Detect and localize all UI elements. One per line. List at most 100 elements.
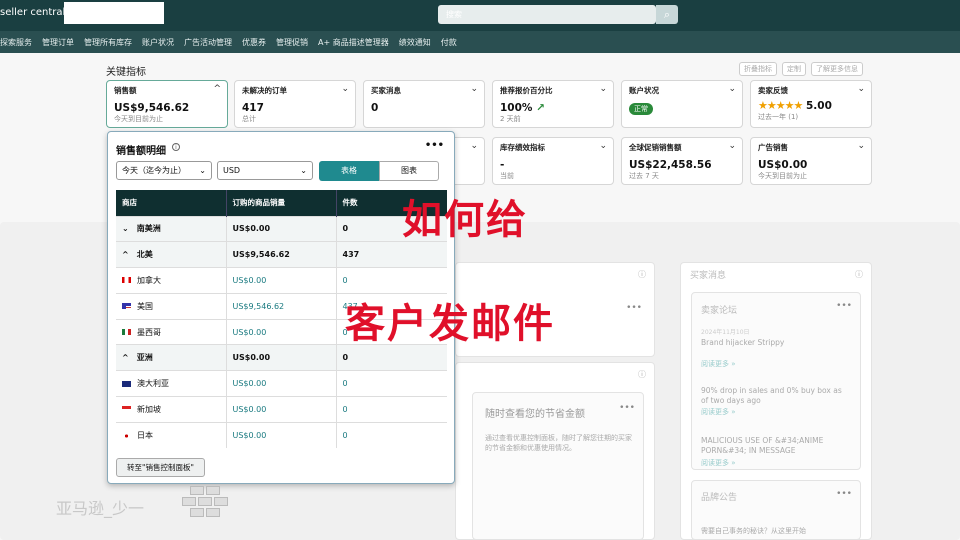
units-cell[interactable]: 0	[336, 267, 447, 294]
trend-up-icon: ↗	[536, 102, 545, 114]
sales-cell[interactable]: US$0.00	[226, 267, 337, 294]
chevron-up-icon[interactable]: ^	[122, 353, 129, 362]
sales-cell[interactable]: US$0.00	[226, 421, 337, 449]
forum-post[interactable]: 90% drop in sales and 0% buy box as of t…	[701, 386, 851, 406]
featured-offer-card[interactable]: 推荐报价百分比 ⌄ 100% ↗ 2 天前	[492, 80, 614, 128]
buyer-messages-card[interactable]: 买家消息 ⌄ 0	[363, 80, 485, 128]
forum-title: 卖家论坛	[701, 306, 738, 316]
chevron-down-icon[interactable]: ⌄	[122, 224, 129, 233]
nav-item[interactable]: 优惠券	[242, 37, 266, 48]
card-title: 卖家反馈	[758, 86, 788, 95]
learn-more-button[interactable]: 了解更多信息	[811, 62, 863, 76]
seller-feedback-card[interactable]: 卖家反馈 ⌄ ★★★★★ 5.00 过去一年 (1)	[750, 80, 872, 128]
search-input[interactable]: 搜索	[438, 5, 656, 24]
chevron-down-icon[interactable]: ⌄	[341, 84, 349, 94]
read-more-link[interactable]: 阅读更多 »	[701, 359, 736, 369]
inventory-performance-card[interactable]: 库存绩效指标 ⌄ - 当前	[492, 137, 614, 185]
chevron-up-icon[interactable]: ^	[213, 84, 221, 94]
more-options-icon[interactable]: •••	[626, 303, 642, 313]
nav-item[interactable]: 管理订单	[42, 37, 74, 48]
card-sub: 今天到目前为止	[114, 115, 163, 123]
card-value: 100% ↗	[500, 102, 545, 114]
units-cell[interactable]: 0	[336, 396, 447, 423]
table-header: 商店 订购的商品销量 件数	[116, 190, 447, 216]
seller-forum-card: 卖家论坛 ••• 2024年11月10日 Brand hijacker Stri…	[691, 292, 861, 470]
sales-cell[interactable]: US$0.00	[226, 396, 337, 423]
store-cell: 日本	[116, 421, 227, 449]
nav-item[interactable]: 探索服务	[0, 37, 32, 48]
nav-item[interactable]: 绩效通知	[399, 37, 431, 48]
chevron-down-icon[interactable]: ⌄	[857, 84, 865, 94]
card-title: 推荐报价百分比	[500, 86, 553, 95]
nav-item[interactable]: 广告活动管理	[184, 37, 232, 48]
more-options-icon[interactable]: •••	[425, 140, 444, 151]
chevron-down-icon[interactable]: ⌄	[470, 141, 478, 151]
chevron-down-icon[interactable]: ⌄	[857, 141, 865, 151]
chevron-down-icon[interactable]: ⌄	[728, 141, 736, 151]
chevron-down-icon[interactable]: ⌄	[599, 84, 607, 94]
chevron-down-icon[interactable]: ⌄	[470, 84, 478, 94]
read-more-link[interactable]: 阅读更多 »	[701, 407, 736, 417]
region-row[interactable]: ⌄ 南美洲 US$0.00 0	[116, 215, 447, 242]
sales-cell[interactable]: US$9,546.62	[226, 292, 337, 320]
card-value: -	[500, 159, 505, 171]
chart-view-button[interactable]: 图表	[379, 161, 439, 181]
forum-post[interactable]: MALICIOUS USE OF &#34;ANIME PORN&#34; IN…	[701, 436, 851, 456]
units-cell[interactable]: 0	[336, 421, 447, 449]
sales-cell[interactable]: US$0.00	[226, 318, 337, 345]
seller-central-logo[interactable]: seller central	[0, 7, 65, 18]
global-promo-sales-card[interactable]: 全球促销销售额 ⌄ US$22,458.56 过去 7 天	[621, 137, 743, 185]
period-select[interactable]: 今天（迄今为止） ⌄	[116, 161, 212, 180]
nav-item[interactable]: 管理所有库存	[84, 37, 132, 48]
customize-button[interactable]: 定制	[782, 62, 806, 76]
store-name: 日本	[137, 431, 153, 441]
card-sub: 2 天前	[500, 115, 521, 123]
more-options-icon[interactable]: •••	[619, 403, 635, 413]
more-options-icon[interactable]: •••	[836, 301, 852, 311]
units-cell[interactable]: 0	[336, 370, 447, 397]
currency-select[interactable]: USD ⌄	[217, 161, 313, 180]
forum-post[interactable]: Brand hijacker Strippy	[701, 338, 784, 347]
nav-item[interactable]: 付款	[441, 37, 457, 48]
ad-sales-card[interactable]: 广告销售 ⌄ US$0.00 今天到目前为止	[750, 137, 872, 185]
chevron-down-icon: ⌄	[199, 166, 206, 175]
flag-ca-icon	[122, 277, 131, 284]
info-icon: ⓘ	[638, 370, 646, 379]
sales-card[interactable]: 销售额 ^ US$9,546.62 今天到目前为止	[106, 80, 228, 128]
card-value: US$9,546.62	[114, 102, 190, 114]
column-header: 商店	[116, 190, 227, 216]
card-title: 销售额	[114, 86, 137, 95]
table-view-button[interactable]: 表格	[319, 161, 379, 181]
card-title: 库存绩效指标	[500, 143, 545, 152]
card-title: 未解决的订单	[242, 86, 287, 95]
nav-item[interactable]: 管理促销	[276, 37, 308, 48]
card-title: 账户状况	[629, 86, 659, 95]
overlay-title-line2: 客户发邮件	[345, 301, 555, 347]
info-icon[interactable]: i	[172, 143, 180, 151]
brand-post[interactable]: 需要自己事务的秘诀？从这里开始	[701, 526, 806, 536]
store-selector[interactable]	[64, 2, 164, 24]
store-cell: 美国	[116, 292, 227, 320]
store-cell: ^ 北美	[116, 241, 227, 268]
chevron-up-icon[interactable]: ^	[122, 250, 129, 259]
collapse-metrics-button[interactable]: 折叠指标	[739, 62, 777, 76]
region-row[interactable]: ^ 北美 US$9,546.62 437	[116, 241, 447, 268]
holiday-card: 随时查看您的节省金额 ••• 通过查看优惠控制面板，随时了解您往期的买家的节省金…	[472, 392, 644, 540]
brand-announcement-card: 品牌公告 ••• 需要自己事务的秘诀？从这里开始	[691, 480, 861, 540]
sales-cell: US$9,546.62	[226, 241, 337, 268]
chevron-down-icon[interactable]: ⌄	[599, 141, 607, 151]
go-to-sales-dashboard-button[interactable]: 转至"销售控制面板"	[116, 458, 205, 477]
flag-au-icon	[122, 380, 131, 387]
more-options-icon[interactable]: •••	[836, 489, 852, 499]
card-value: US$0.00	[758, 159, 808, 171]
store-name: 北美	[136, 250, 153, 260]
account-health-card[interactable]: 账户状况 ⌄ 正常	[621, 80, 743, 128]
sales-cell[interactable]: US$0.00	[226, 370, 337, 397]
nav-item[interactable]: A+ 商品描述管理器	[318, 37, 389, 48]
store-name: 墨西哥	[137, 327, 161, 337]
search-button[interactable]: ⌕	[656, 5, 678, 24]
nav-item[interactable]: 账户状况	[142, 37, 174, 48]
open-orders-card[interactable]: 未解决的订单 ⌄ 417 总计	[234, 80, 356, 128]
chevron-down-icon[interactable]: ⌄	[728, 84, 736, 94]
read-more-link[interactable]: 阅读更多 »	[701, 458, 736, 468]
